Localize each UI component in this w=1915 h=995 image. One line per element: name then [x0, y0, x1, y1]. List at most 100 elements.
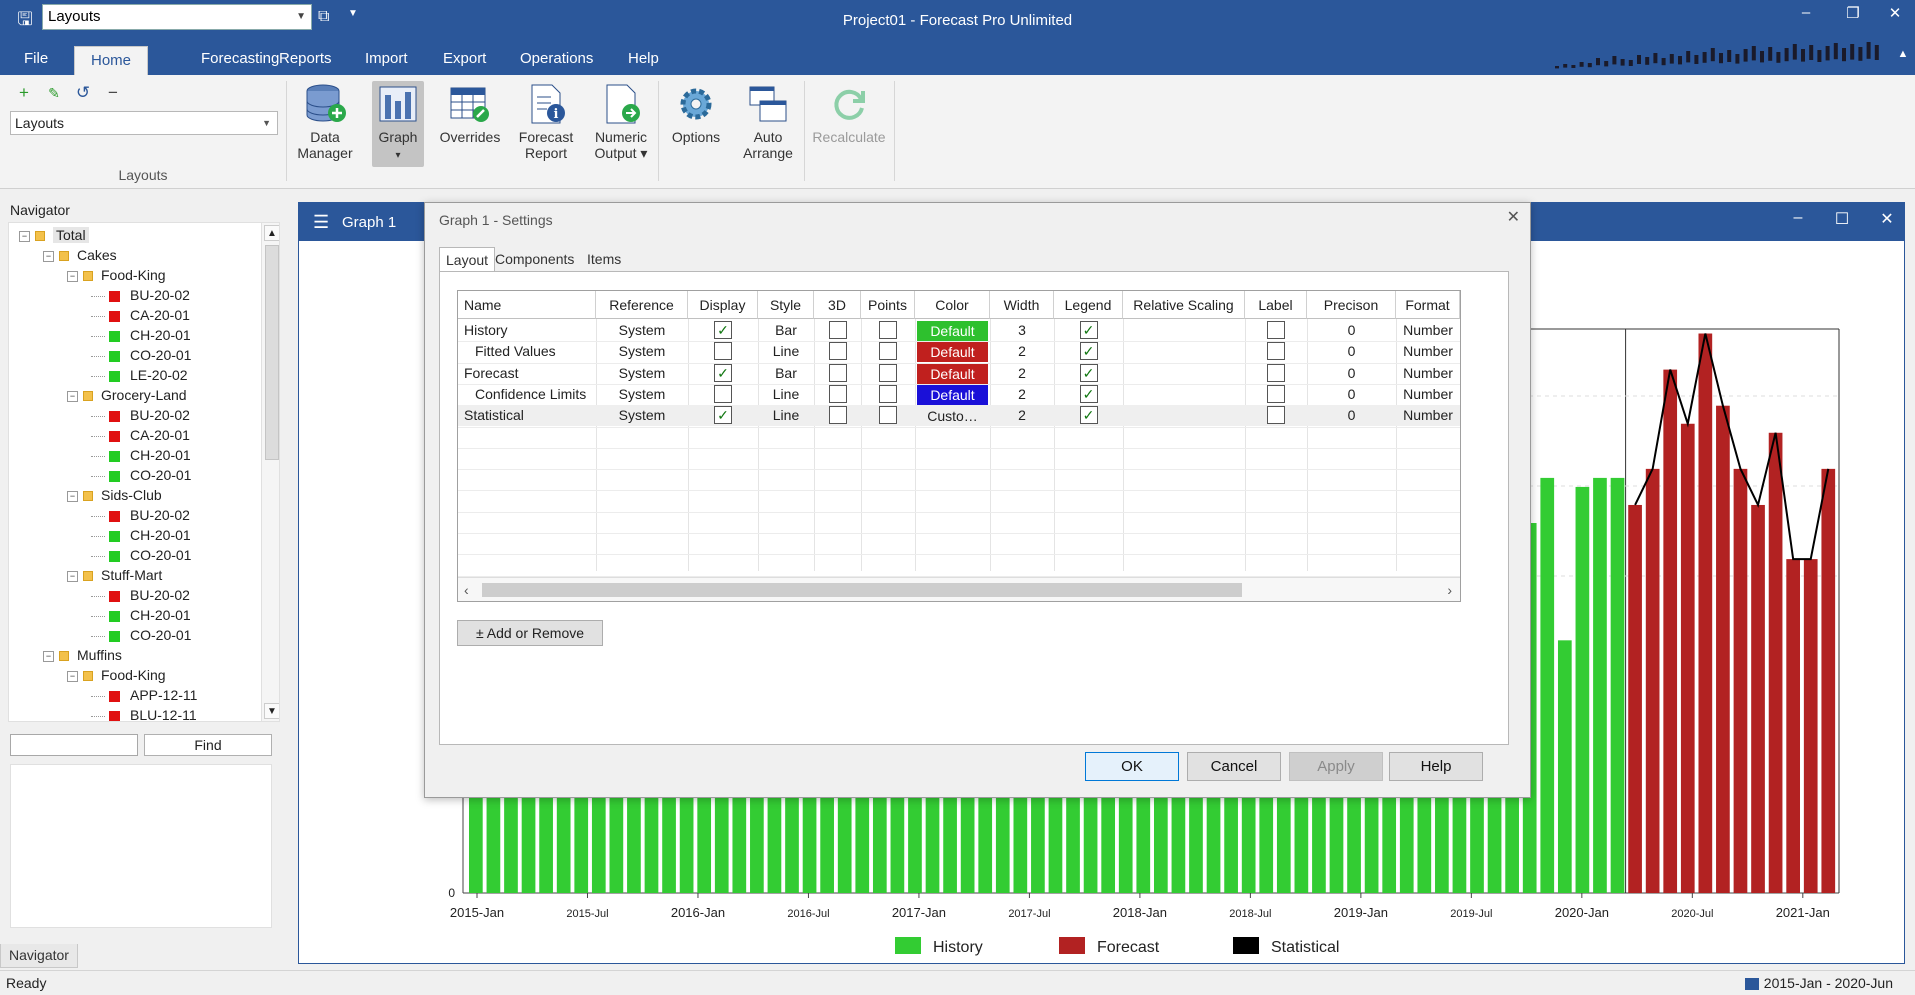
layouts-select[interactable]: Layouts ▼: [10, 111, 278, 135]
scroll-right-icon[interactable]: ›: [1447, 582, 1452, 598]
grid-cell-style[interactable]: Bar: [758, 363, 814, 384]
grid-cell-precision[interactable]: 0: [1307, 320, 1396, 341]
column-header[interactable]: Reference: [596, 291, 688, 319]
tree-leaf-item[interactable]: CH-20-01: [91, 525, 191, 545]
d3-checkbox[interactable]: [828, 384, 847, 403]
grid-cell-style[interactable]: Line: [758, 384, 814, 405]
collapse-ribbon-icon[interactable]: ▲: [1895, 48, 1911, 60]
grid-cell-precision[interactable]: 0: [1307, 363, 1396, 384]
column-header[interactable]: Color: [915, 291, 990, 319]
tree-leaf-item[interactable]: APP-12-11: [91, 685, 197, 705]
column-header[interactable]: Name: [458, 291, 596, 319]
tree-folder-item[interactable]: − Sids-Club: [67, 485, 162, 505]
column-header[interactable]: Format: [1396, 291, 1460, 319]
points-checkbox[interactable]: [879, 406, 897, 425]
column-header[interactable]: Points: [861, 291, 915, 319]
grid-cell-width[interactable]: 2: [990, 363, 1054, 384]
grid-cell-precision[interactable]: 0: [1307, 405, 1396, 426]
menu-tab-file[interactable]: File: [24, 50, 48, 67]
collapse-toggle-icon[interactable]: −: [67, 570, 78, 582]
grid-cell-width[interactable]: 2: [990, 405, 1054, 426]
grid-horizontal-scrollbar[interactable]: ‹ ›: [458, 577, 1460, 601]
legend-checkbox[interactable]: ✓: [1079, 342, 1098, 361]
color-cell[interactable]: Custo…: [917, 406, 988, 426]
add-or-remove-button[interactable]: ± Add or Remove: [457, 620, 603, 646]
grid-cell-relative-scaling[interactable]: [1123, 363, 1245, 384]
tree-leaf-item[interactable]: CO-20-01: [91, 345, 191, 365]
grid-cell-style[interactable]: Line: [758, 341, 814, 362]
graph-minimize-button[interactable]: –: [1785, 209, 1811, 227]
menu-tab-export[interactable]: Export: [443, 50, 486, 67]
tree-leaf-item[interactable]: CH-20-01: [91, 445, 191, 465]
scroll-thumb[interactable]: [265, 245, 279, 460]
tab-items[interactable]: Items: [581, 247, 627, 273]
apply-button[interactable]: Apply: [1289, 752, 1383, 781]
help-button[interactable]: Help: [1389, 752, 1483, 781]
reset-layout-icon[interactable]: ↺: [73, 83, 93, 103]
color-cell[interactable]: Default: [917, 384, 988, 405]
tree-folder-item[interactable]: − Grocery-Land: [67, 385, 187, 405]
add-layout-icon[interactable]: +: [14, 83, 34, 103]
grid-cell-relative-scaling[interactable]: [1123, 320, 1245, 341]
tree-folder-item[interactable]: − Muffins: [43, 645, 122, 665]
tree-leaf-item[interactable]: BU-20-02: [91, 505, 190, 525]
find-input[interactable]: [10, 734, 138, 756]
scroll-left-icon[interactable]: ‹: [464, 582, 469, 598]
tree-leaf-item[interactable]: CH-20-01: [91, 605, 191, 625]
d3-checkbox[interactable]: [828, 363, 847, 382]
column-header[interactable]: Width: [990, 291, 1054, 319]
scroll-down-icon[interactable]: ▼: [264, 703, 279, 719]
tree-leaf-item[interactable]: CO-20-01: [91, 545, 191, 565]
numeric-output-button[interactable]: Numeric Output ▾: [588, 81, 654, 167]
tree-leaf-item[interactable]: CA-20-01: [91, 305, 190, 325]
grid-cell-style[interactable]: Bar: [758, 320, 814, 341]
tree-leaf-item[interactable]: CH-20-01: [91, 325, 191, 345]
auto-arrange-button[interactable]: Auto Arrange: [734, 81, 802, 167]
grid-cell-format[interactable]: Number: [1396, 405, 1460, 426]
grid-cell-format[interactable]: Number: [1396, 320, 1460, 341]
tree-leaf-item[interactable]: CO-20-01: [91, 465, 191, 485]
grid-cell-reference[interactable]: System: [596, 405, 688, 426]
tree-leaf-item[interactable]: CA-20-01: [91, 425, 190, 445]
grid-cell-relative-scaling[interactable]: [1123, 384, 1245, 405]
grid-cell-relative-scaling[interactable]: [1123, 341, 1245, 362]
recalculate-button[interactable]: Recalculate: [810, 81, 888, 167]
collapse-toggle-icon[interactable]: −: [67, 270, 78, 282]
grid-cell-width[interactable]: 2: [990, 341, 1054, 362]
column-header[interactable]: Legend: [1054, 291, 1123, 319]
points-checkbox[interactable]: [879, 363, 897, 382]
d3-checkbox[interactable]: [828, 406, 847, 425]
points-checkbox[interactable]: [879, 342, 897, 361]
grid-cell-name[interactable]: Confidence Limits: [475, 384, 603, 405]
collapse-toggle-icon[interactable]: −: [67, 670, 78, 682]
data-manager-button[interactable]: Data Manager: [292, 81, 358, 167]
grid-cell-name[interactable]: History: [464, 320, 592, 341]
grid-cell-format[interactable]: Number: [1396, 341, 1460, 362]
collapse-toggle-icon[interactable]: −: [67, 390, 78, 402]
menu-tab-home[interactable]: Home: [74, 46, 148, 76]
color-cell[interactable]: Default: [917, 363, 988, 384]
graph-maximize-button[interactable]: ☐: [1829, 209, 1855, 229]
tree-leaf-item[interactable]: BU-20-02: [91, 285, 190, 305]
display-checkbox[interactable]: [714, 384, 732, 403]
menu-tab-reports[interactable]: Reports: [279, 50, 332, 67]
grid-cell-precision[interactable]: 0: [1307, 341, 1396, 362]
minimize-button[interactable]: –: [1791, 4, 1821, 21]
grid-cell-relative-scaling[interactable]: [1123, 405, 1245, 426]
tree-folder-item[interactable]: − Food-King: [67, 665, 166, 685]
display-checkbox[interactable]: ✓: [714, 363, 732, 382]
scroll-up-icon[interactable]: ▲: [264, 225, 279, 241]
ok-button[interactable]: OK: [1085, 752, 1179, 781]
tree-leaf-item[interactable]: BU-20-02: [91, 405, 190, 425]
find-button[interactable]: Find: [144, 734, 272, 756]
color-cell[interactable]: Default: [917, 321, 988, 341]
menu-tab-import[interactable]: Import: [365, 50, 408, 67]
forecast-report-button[interactable]: i Forecast Report: [514, 81, 578, 167]
grid-cell-reference[interactable]: System: [596, 363, 688, 384]
tree-folder-item[interactable]: − Cakes: [43, 245, 117, 265]
column-header[interactable]: Precison: [1307, 291, 1396, 319]
tree-folder-item[interactable]: − Food-King: [67, 265, 166, 285]
points-checkbox[interactable]: [879, 384, 897, 403]
dialog-close-icon[interactable]: ✕: [1507, 207, 1520, 227]
edit-layout-icon[interactable]: ✎: [44, 83, 64, 103]
